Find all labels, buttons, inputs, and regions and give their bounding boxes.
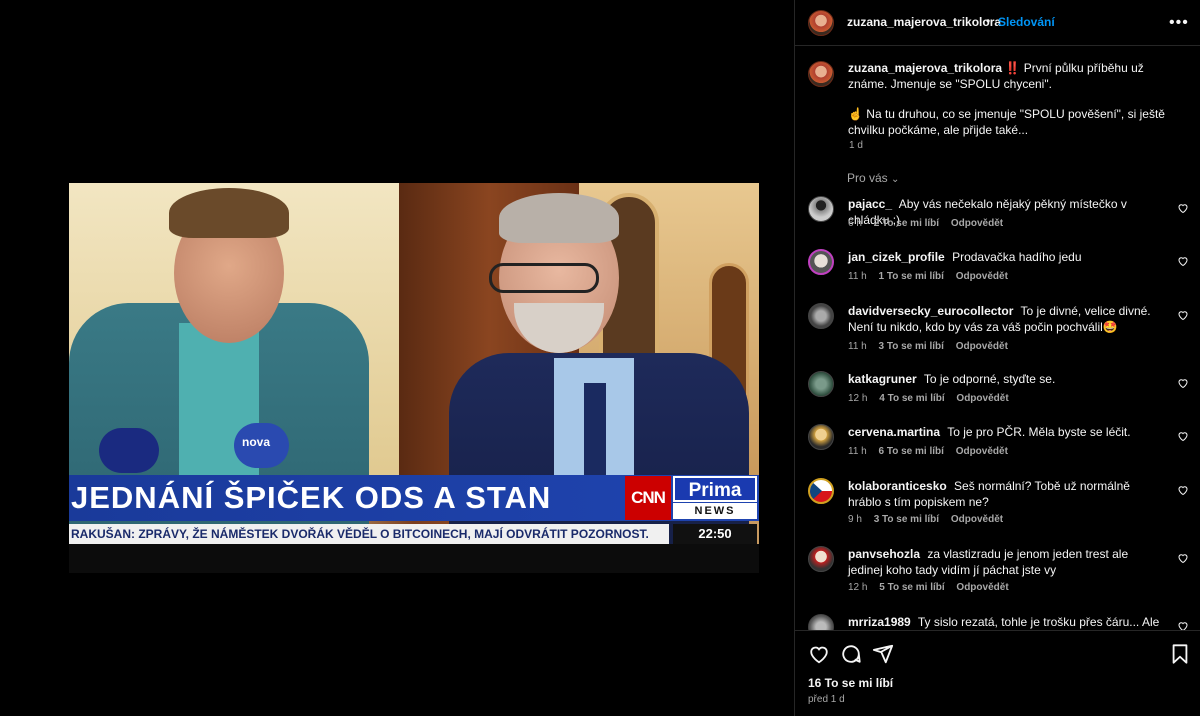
reply-button[interactable]: Odpovědět	[951, 514, 1003, 525]
news-clock: 22:50	[673, 524, 757, 544]
commenter-username[interactable]: pajacc_	[848, 197, 892, 211]
comment-likes[interactable]: 3 To se mi líbí	[879, 341, 944, 352]
post-timestamp: před 1 d	[808, 694, 845, 705]
more-horizontal-icon[interactable]: •••	[1169, 14, 1189, 32]
caption-line-2: ☝️ Na tu druhou, co se jmenuje "SPOLU po…	[848, 107, 1165, 137]
commenter-username[interactable]: kolaboranticesko	[848, 479, 947, 493]
comment-time: 11 h	[848, 341, 867, 352]
post-caption: zuzana_majerova_trikolora ‼️ První půlku…	[848, 60, 1168, 138]
prima-logo: Prima	[673, 476, 757, 502]
like-heart-icon[interactable]	[1177, 202, 1189, 214]
microphone	[99, 428, 159, 473]
for-you-label: Pro vás	[847, 171, 888, 185]
like-heart-icon[interactable]	[1177, 484, 1189, 496]
media-bottom-strip	[69, 544, 759, 573]
comment-likes[interactable]: 1 To se mi líbí	[879, 271, 944, 282]
comment-likes[interactable]: 5 To se mi líbí	[879, 582, 944, 593]
comment-text: To je pro PČR. Měla byste se léčit.	[947, 425, 1131, 439]
commenter-avatar[interactable]	[808, 371, 834, 397]
commenter-username[interactable]: jan_cizek_profile	[848, 250, 945, 264]
reply-button[interactable]: Odpovědět	[956, 393, 1008, 404]
media-viewer: nova JEDNÁNÍ ŠPIČEK ODS A STAN RAKUŠAN: …	[0, 0, 794, 716]
caption-timestamp: 1 d	[849, 140, 863, 151]
comment-likes[interactable]: 2 To se mi líbí	[874, 218, 939, 229]
comment-text: Prodavačka hadího jedu	[952, 250, 1082, 264]
like-heart-icon[interactable]	[1177, 255, 1189, 267]
comment-text: To je odporné, styďte se.	[923, 372, 1056, 386]
comment: mrriza1989 Ty sislo rezatá, tohle je tro…	[795, 614, 1200, 630]
caption-author-avatar[interactable]	[808, 61, 834, 87]
commenter-avatar[interactable]	[808, 303, 834, 329]
author-avatar[interactable]	[808, 10, 834, 36]
news-headline: JEDNÁNÍ ŠPIČEK ODS A STAN	[71, 480, 552, 515]
comment-time: 6 h	[848, 218, 862, 229]
comment-likes[interactable]: 3 To se mi líbí	[874, 514, 939, 525]
person-left-hair	[169, 188, 289, 238]
commenter-avatar[interactable]	[808, 424, 834, 450]
author-username[interactable]: zuzana_majerova_trikolora	[847, 15, 1001, 29]
share-send-icon[interactable]	[872, 643, 894, 665]
commenter-username[interactable]: cervena.martina	[848, 425, 940, 439]
commenter-avatar[interactable]	[808, 614, 834, 630]
news-ticker-text: RAKUŠAN: ZPRÁVY, ŽE NÁMĚSTEK DVOŘÁK VĚDĚ…	[71, 527, 649, 541]
commenter-avatar[interactable]	[808, 478, 834, 504]
comment-bubble-icon[interactable]	[840, 643, 862, 665]
commenter-avatar[interactable]	[808, 249, 834, 275]
commenter-username[interactable]: katkagruner	[848, 372, 917, 386]
separator-dot: •	[986, 14, 991, 28]
cnn-logo: CNN	[625, 476, 671, 520]
comment-likes[interactable]: 4 To se mi líbí	[879, 393, 944, 404]
commenter-username[interactable]: davidversecky_eurocollector	[848, 304, 1013, 318]
post-image[interactable]: nova JEDNÁNÍ ŠPIČEK ODS A STAN RAKUŠAN: …	[69, 183, 759, 573]
reply-button[interactable]: Odpovědět	[951, 218, 1003, 229]
bookmark-icon[interactable]	[1169, 643, 1191, 665]
like-heart-icon[interactable]	[808, 643, 830, 665]
commenter-avatar[interactable]	[808, 196, 834, 222]
comment-time: 11 h	[848, 271, 867, 282]
news-logo: NEWS	[673, 503, 757, 519]
comment-time: 12 h	[848, 582, 868, 593]
comment-likes[interactable]: 6 To se mi líbí	[879, 446, 944, 457]
reply-button[interactable]: Odpovědět	[956, 271, 1008, 282]
comment-time: 9 h	[848, 514, 862, 525]
chevron-down-icon: ⌄	[891, 174, 900, 185]
post-header: zuzana_majerova_trikolora • Sledování ••…	[795, 0, 1200, 46]
like-heart-icon[interactable]	[1177, 377, 1189, 389]
commenter-username[interactable]: mrriza1989	[848, 615, 911, 629]
caption-username[interactable]: zuzana_majerova_trikolora	[848, 61, 1002, 75]
following-button[interactable]: Sledování	[998, 15, 1055, 29]
mic-label: nova	[242, 435, 271, 449]
flag-wedge	[810, 480, 822, 502]
like-heart-icon[interactable]	[1177, 552, 1189, 564]
person-right-hair	[499, 193, 619, 243]
comment-time: 12 h	[848, 393, 868, 404]
post-likes-count[interactable]: 16 To se mi líbí	[808, 676, 893, 690]
microphone-nova: nova	[234, 423, 289, 468]
post-side-panel: zuzana_majerova_trikolora • Sledování ••…	[794, 0, 1200, 716]
like-heart-icon[interactable]	[1177, 309, 1189, 321]
like-heart-icon[interactable]	[1177, 430, 1189, 442]
commenter-avatar[interactable]	[808, 546, 834, 572]
reply-button[interactable]: Odpovědět	[956, 582, 1008, 593]
comment-time: 11 h	[848, 446, 867, 457]
like-heart-icon[interactable]	[1177, 620, 1189, 630]
reply-button[interactable]: Odpovědět	[956, 446, 1008, 457]
reply-button[interactable]: Odpovědět	[956, 341, 1008, 352]
for-you-dropdown[interactable]: Pro vás ⌄	[847, 171, 899, 185]
post-actions-bar: 16 To se mi líbí před 1 d	[795, 630, 1200, 716]
glasses	[489, 263, 599, 293]
commenter-username[interactable]: panvsehozla	[848, 547, 920, 561]
